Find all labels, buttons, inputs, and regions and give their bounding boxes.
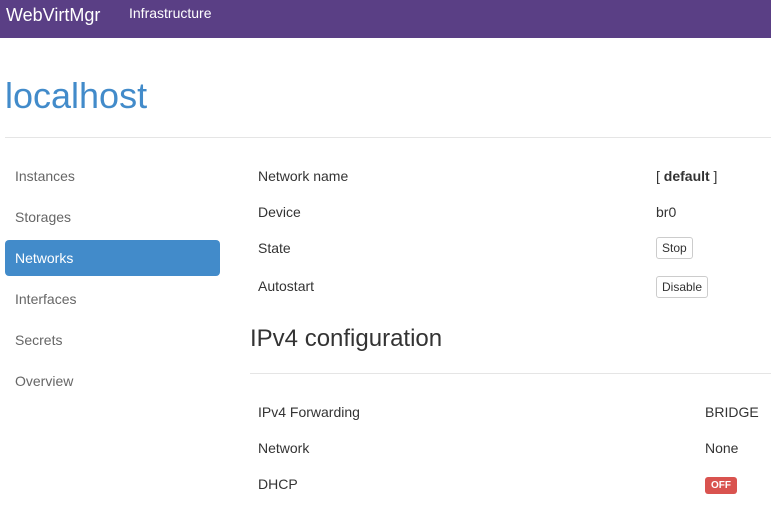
disable-autostart-button[interactable]: Disable bbox=[656, 276, 709, 298]
brand-link[interactable]: WebVirtMgr bbox=[6, 5, 100, 26]
sidebar-item-interfaces[interactable]: Interfaces bbox=[5, 281, 220, 317]
sidebar-item-overview[interactable]: Overview bbox=[5, 363, 220, 399]
dhcp-label: DHCP bbox=[258, 476, 298, 492]
ipv4-divider bbox=[250, 373, 771, 374]
sidebar-item-networks[interactable]: Networks bbox=[5, 240, 220, 276]
top-navbar: WebVirtMgr Infrastructure bbox=[0, 0, 771, 38]
ipv4-forwarding-value: BRIDGE bbox=[705, 404, 759, 420]
ipv4-network-label: Network bbox=[258, 440, 310, 456]
bracket-open: [ bbox=[656, 168, 664, 184]
device-value: br0 bbox=[656, 204, 677, 220]
ipv4-section-title: IPv4 configuration bbox=[250, 325, 443, 352]
sidebar-item-secrets[interactable]: Secrets bbox=[5, 322, 220, 358]
ipv4-forwarding-label: IPv4 Forwarding bbox=[258, 404, 360, 420]
network-name: default bbox=[663, 168, 710, 184]
sidebar-item-storages[interactable]: Storages bbox=[5, 199, 220, 235]
page-title: localhost bbox=[5, 75, 148, 116]
sidebar: Instances Storages Networks Interfaces S… bbox=[5, 158, 220, 404]
network-name-label: Network name bbox=[258, 168, 349, 184]
device-label: Device bbox=[258, 204, 301, 220]
stop-button[interactable]: Stop bbox=[656, 237, 693, 259]
autostart-label: Autostart bbox=[258, 278, 315, 294]
dhcp-status-badge: OFF bbox=[705, 477, 737, 494]
title-divider bbox=[5, 137, 771, 138]
bracket-close: ] bbox=[709, 168, 718, 184]
ipv4-network-value: None bbox=[705, 440, 739, 456]
state-label: State bbox=[258, 240, 291, 256]
nav-link-infrastructure[interactable]: Infrastructure bbox=[129, 5, 211, 21]
network-name-value: [ default ] bbox=[656, 168, 717, 184]
sidebar-item-instances[interactable]: Instances bbox=[5, 158, 220, 194]
